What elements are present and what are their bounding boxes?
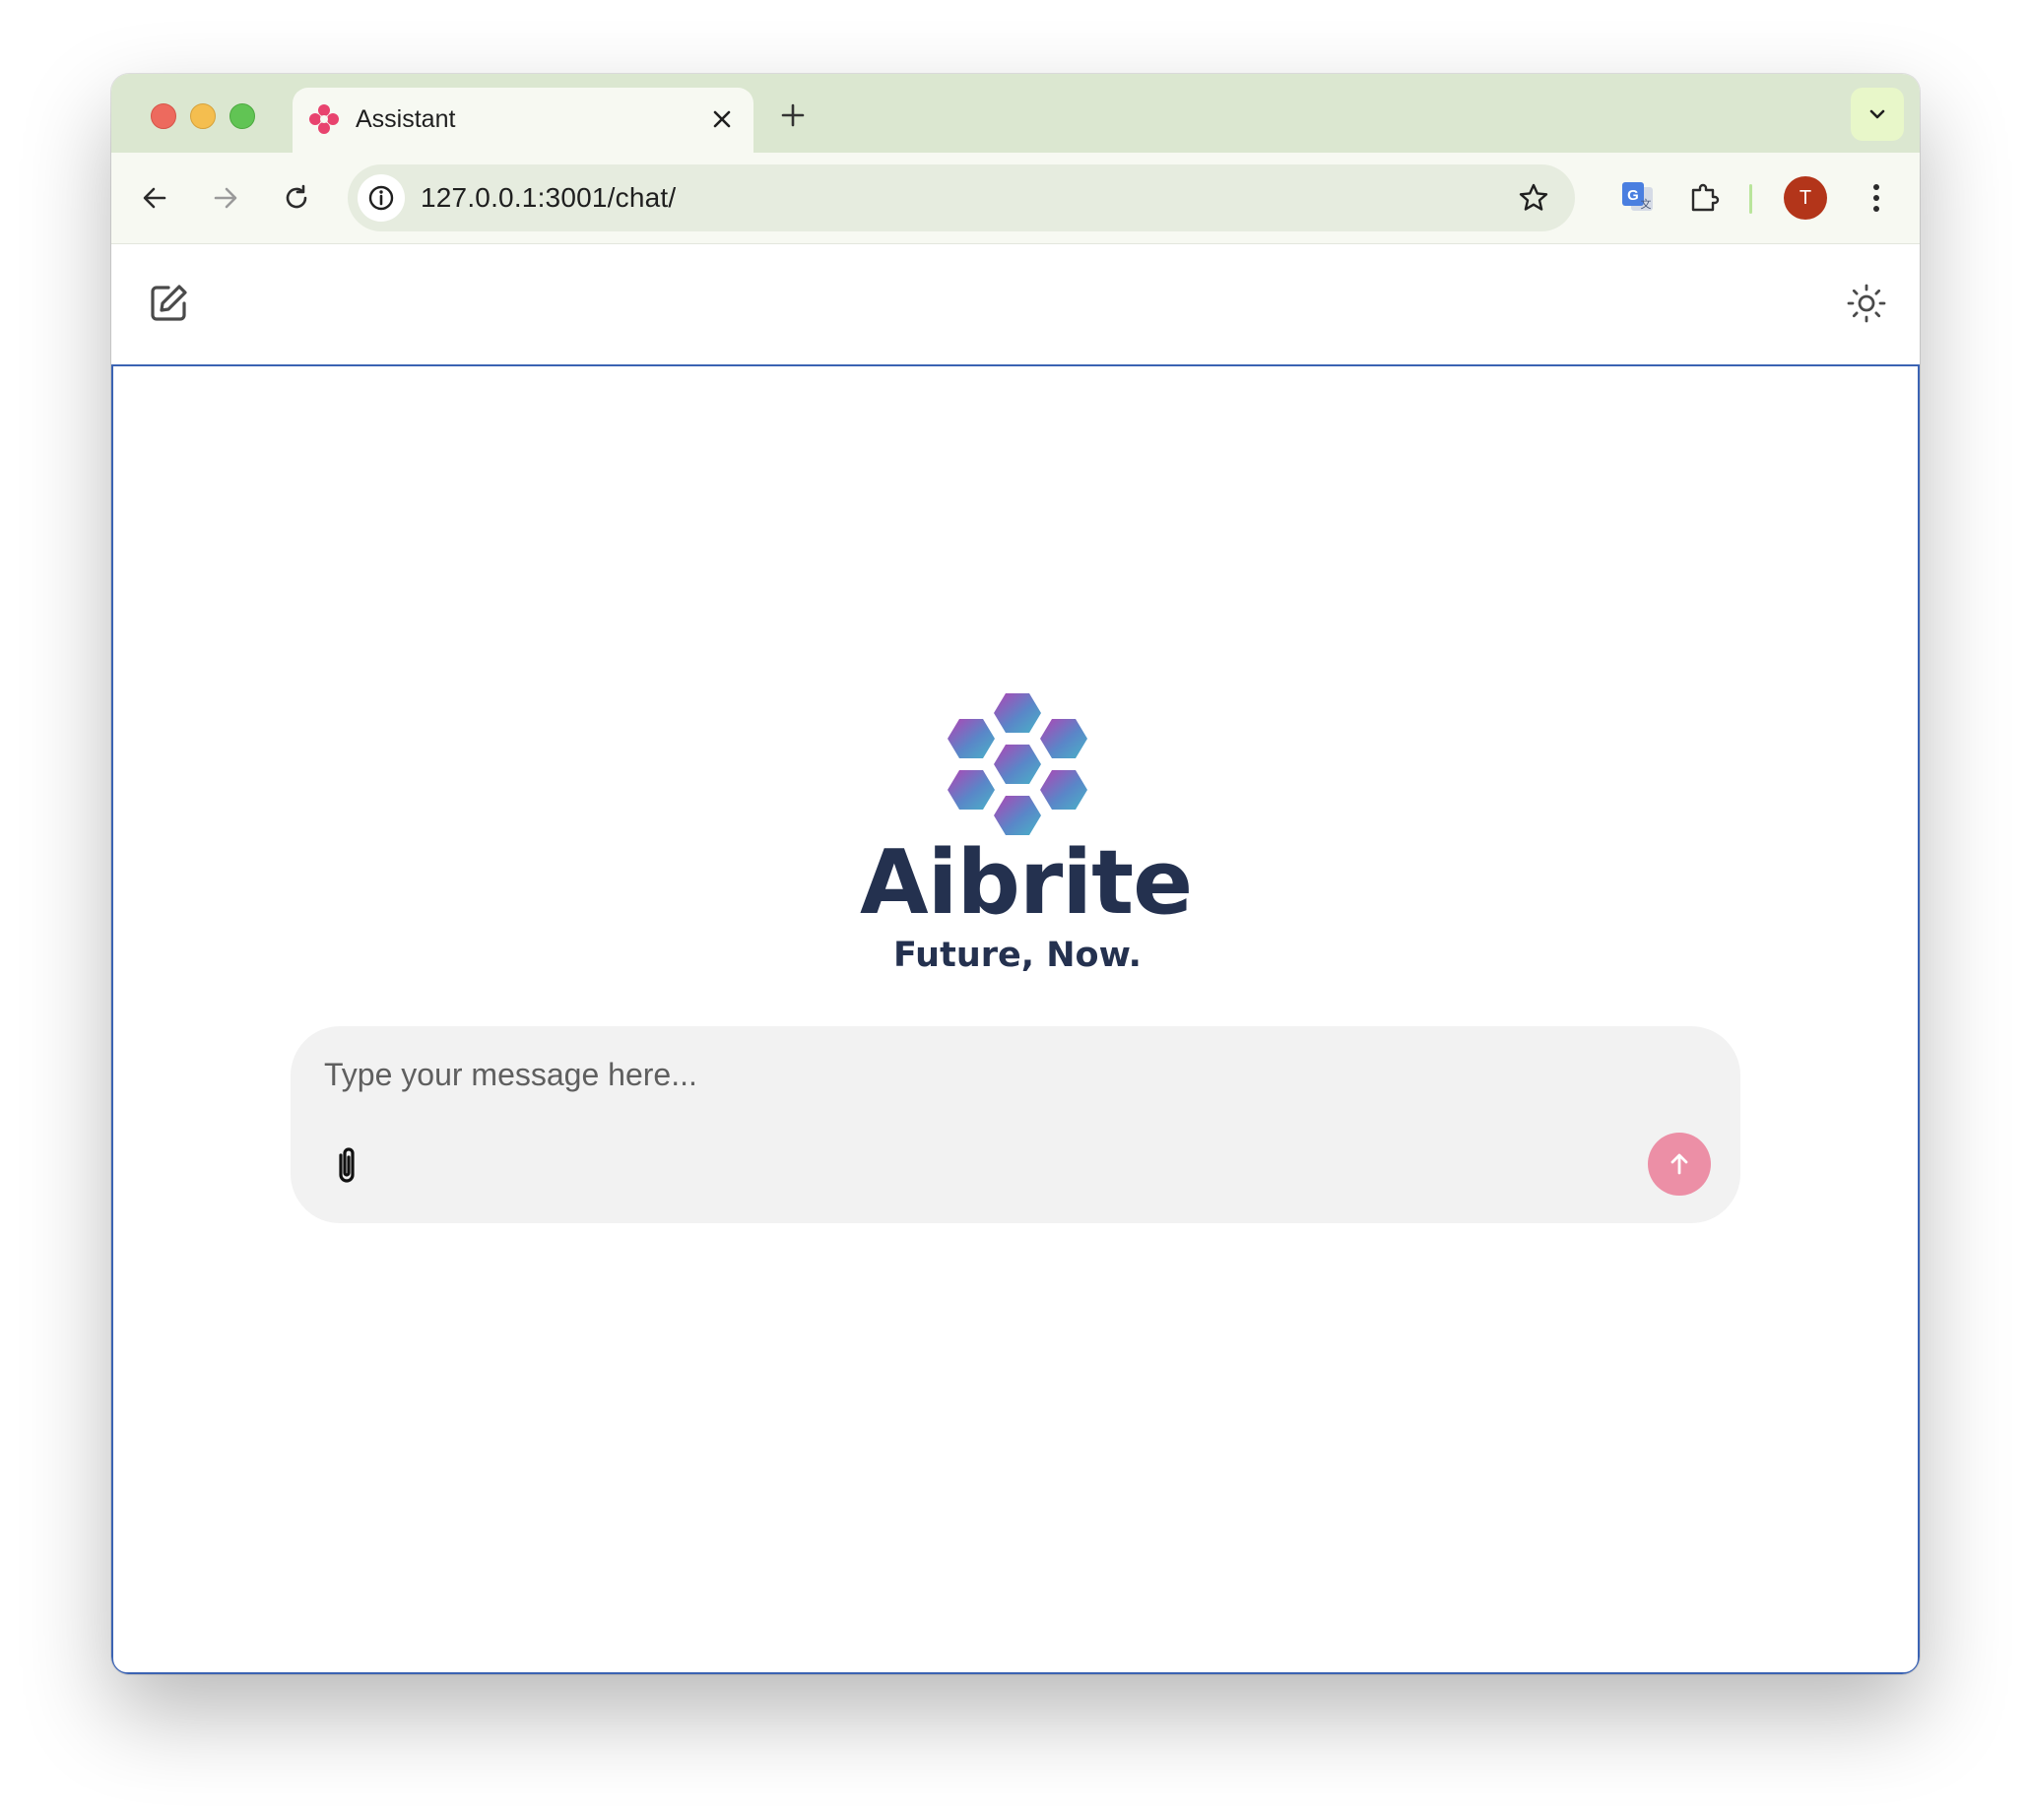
reload-button[interactable]: [273, 174, 320, 222]
paperclip-icon: [339, 1147, 355, 1183]
brand-logo: Aibrite Future, Now.: [860, 682, 1193, 977]
browser-toolbar: 127.0.0.1:3001/chat/ G 文 T: [111, 153, 1920, 244]
plus-icon: [781, 103, 805, 127]
translate-extension-button[interactable]: G 文: [1612, 172, 1664, 224]
minimize-window-button[interactable]: [190, 103, 216, 129]
edit-icon: [151, 285, 187, 321]
theme-toggle-button[interactable]: [1837, 274, 1896, 333]
extensions-button[interactable]: [1679, 172, 1731, 224]
close-window-button[interactable]: [151, 103, 176, 129]
hexagon-cluster-icon: [948, 693, 1087, 835]
pink-flower-icon: [309, 104, 339, 134]
brand-tagline: Future, Now.: [893, 936, 1142, 975]
star-icon: [1519, 183, 1548, 211]
puzzle-icon: [1691, 183, 1720, 212]
browser-menu-button[interactable]: [1851, 172, 1902, 224]
tab-strip: Assistant: [111, 74, 1920, 153]
new-chat-button[interactable]: [139, 274, 198, 333]
tab-title: Assistant: [356, 105, 456, 133]
back-button[interactable]: [131, 174, 178, 222]
send-button[interactable]: [1648, 1133, 1711, 1196]
chat-main-area: Aibrite Future, Now.: [111, 364, 1920, 1674]
forward-button[interactable]: [202, 174, 249, 222]
info-icon: [368, 185, 394, 211]
arrow-left-icon: [143, 187, 166, 209]
svg-text:G: G: [1627, 187, 1639, 204]
url-text: 127.0.0.1:3001/chat/: [421, 182, 677, 213]
arrow-right-icon: [214, 187, 237, 209]
maximize-window-button[interactable]: [229, 103, 255, 129]
tab-assistant[interactable]: Assistant: [293, 88, 753, 153]
app-header: [111, 244, 1920, 362]
reload-icon: [286, 184, 307, 209]
chevron-down-icon: [1869, 109, 1885, 119]
browser-window: Assistant 127.0.0.1:3001/chat/ G 文 T Aib…: [111, 74, 1920, 1674]
attach-file-button[interactable]: [320, 1138, 373, 1192]
profile-avatar[interactable]: T: [1784, 176, 1827, 220]
close-tab-button[interactable]: [706, 103, 738, 135]
bookmark-button[interactable]: [1514, 178, 1553, 218]
google-translate-icon: G 文: [1622, 182, 1653, 211]
toolbar-divider: [1749, 184, 1752, 214]
tab-search-button[interactable]: [1851, 88, 1904, 141]
message-composer: [291, 1026, 1740, 1223]
message-input[interactable]: [322, 1052, 1606, 1097]
close-icon: [713, 110, 731, 128]
brand-name: Aibrite: [860, 831, 1193, 935]
new-tab-button[interactable]: [773, 96, 813, 135]
more-vertical-icon: [1873, 184, 1879, 212]
address-bar[interactable]: 127.0.0.1:3001/chat/: [348, 164, 1575, 231]
sun-icon: [1847, 284, 1886, 323]
arrow-up-icon: [1670, 1153, 1688, 1175]
svg-text:文: 文: [1641, 197, 1652, 211]
site-info-button[interactable]: [358, 174, 405, 222]
